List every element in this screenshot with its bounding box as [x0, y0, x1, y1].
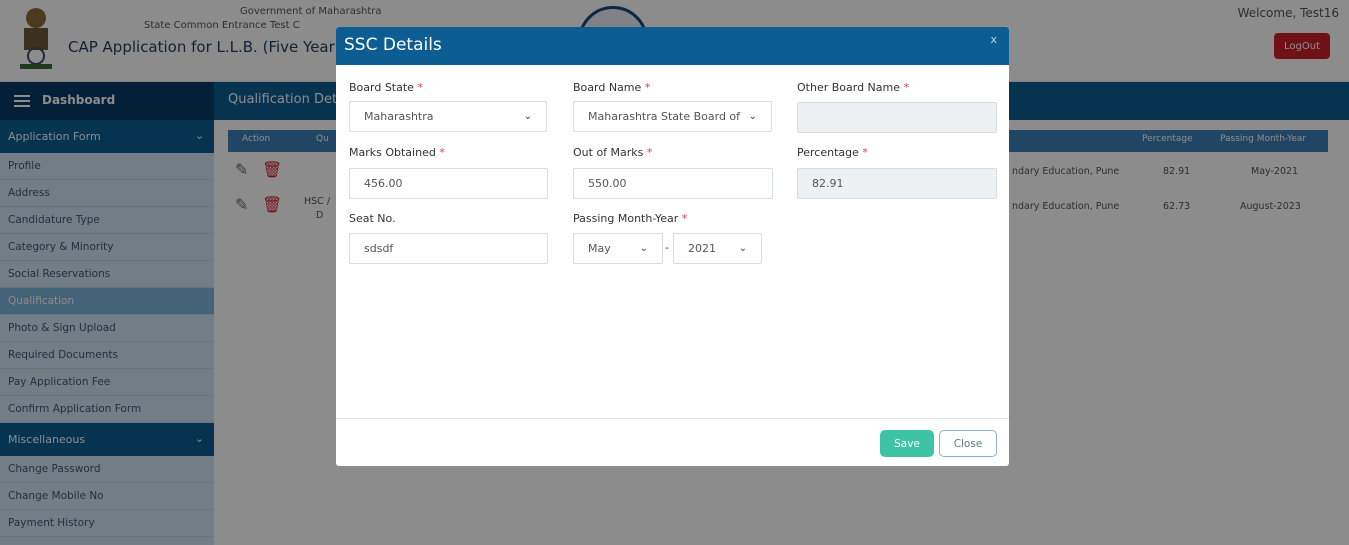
required-mark: * — [417, 81, 423, 94]
marks-obtained-label: Marks Obtained * — [349, 146, 445, 159]
percentage-field[interactable] — [797, 168, 997, 199]
chevron-down-icon: ⌄ — [738, 243, 747, 254]
ssc-details-modal: SSC Details x Board State * Maharashtra … — [336, 27, 1009, 466]
other-board-name-label: Other Board Name * — [797, 81, 910, 94]
close-button[interactable]: Close — [939, 430, 997, 457]
save-button[interactable]: Save — [880, 430, 934, 457]
modal-footer — [336, 418, 1009, 419]
marks-obtained-field[interactable] — [349, 168, 548, 199]
required-mark: * — [646, 146, 653, 159]
passing-month-select[interactable]: May ⌄ — [573, 233, 663, 264]
close-icon[interactable]: x — [990, 33, 997, 46]
required-mark: * — [862, 146, 868, 159]
board-state-label: Board State * — [349, 81, 423, 94]
chevron-down-icon: ⌄ — [523, 111, 532, 122]
out-of-marks-field[interactable] — [573, 168, 773, 199]
other-board-name-field[interactable] — [797, 102, 997, 133]
seat-no-label: Seat No. — [349, 212, 396, 225]
board-name-label: Board Name * — [573, 81, 651, 94]
modal-title: SSC Details — [344, 35, 442, 55]
passing-year-select[interactable]: 2021 ⌄ — [673, 233, 762, 264]
chevron-down-icon: ⌄ — [639, 243, 648, 254]
board-state-select[interactable]: Maharashtra ⌄ — [349, 101, 547, 132]
required-mark: * — [644, 81, 651, 94]
passing-month-year-label: Passing Month-Year * — [573, 212, 688, 225]
percentage-label: Percentage * — [797, 146, 868, 159]
required-mark: * — [681, 212, 688, 225]
seat-no-field[interactable] — [349, 233, 548, 264]
month-year-separator: - — [665, 241, 669, 254]
out-of-marks-label: Out of Marks * — [573, 146, 653, 159]
modal-header: SSC Details x — [336, 27, 1009, 65]
chevron-down-icon: ⌄ — [748, 111, 757, 122]
required-mark: * — [439, 146, 445, 159]
board-name-select[interactable]: Maharashtra State Board of ⌄ — [573, 101, 772, 132]
required-mark: * — [903, 81, 910, 94]
